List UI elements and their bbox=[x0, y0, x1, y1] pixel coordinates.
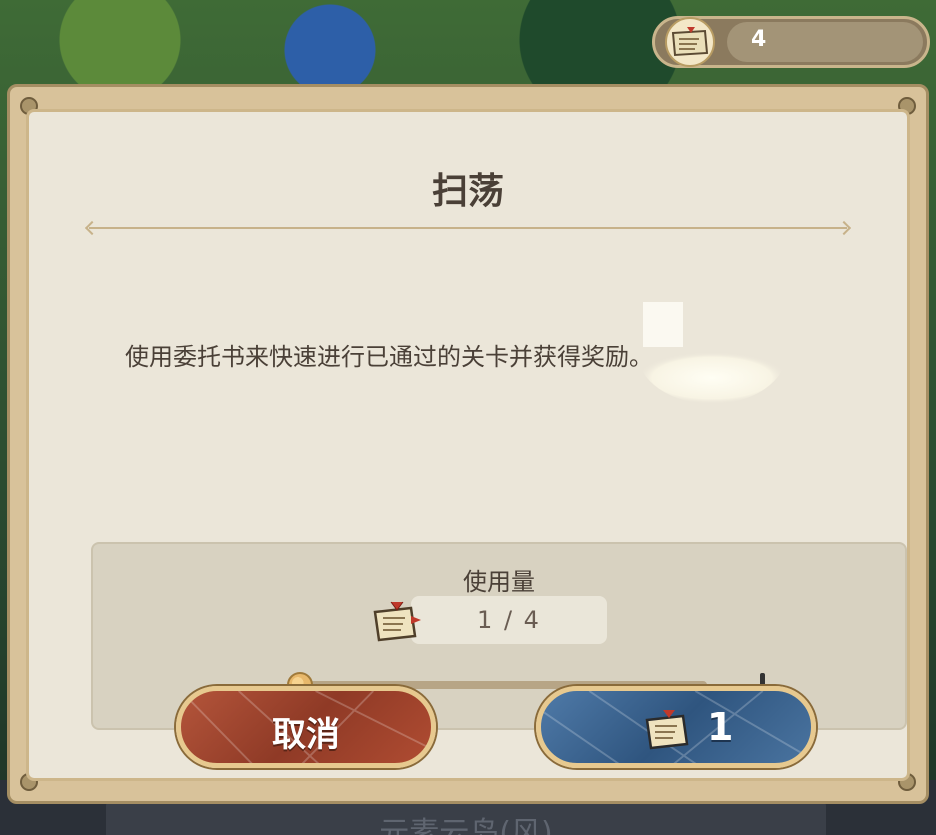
stage-name: 元素云岛(风) bbox=[379, 816, 553, 835]
commission-book-icon bbox=[639, 704, 699, 756]
commission-book-icon bbox=[659, 17, 721, 67]
dialog-body: 扫荡 使用委托书来快速进行已通过的关卡并获得奖励。 使用量 1 / 4 取消 1 bbox=[26, 109, 910, 781]
usage-label: 使用量 bbox=[463, 568, 535, 596]
commission-book-count: 4 bbox=[751, 27, 767, 52]
dialog-description: 使用委托书来快速进行已通过的关卡并获得奖励。 bbox=[125, 343, 653, 371]
light-glow-effect bbox=[637, 302, 787, 404]
sweep-dialog: 扫荡 使用委托书来快速进行已通过的关卡并获得奖励。 使用量 1 / 4 取消 1 bbox=[7, 84, 929, 804]
title-divider bbox=[89, 227, 847, 229]
cancel-button[interactable]: 取消 bbox=[176, 686, 436, 768]
commission-book-icon bbox=[365, 594, 427, 648]
quantity-display: 1 / 4 bbox=[411, 596, 607, 644]
cancel-label: 取消 bbox=[272, 715, 340, 755]
confirm-cost: 1 bbox=[707, 705, 734, 749]
quantity-text: 1 / 4 bbox=[477, 606, 541, 634]
confirm-sweep-button[interactable]: 1 bbox=[536, 686, 816, 768]
stage-name-tab: 元素云岛(风) bbox=[106, 800, 826, 835]
dialog-title: 扫荡 bbox=[431, 171, 504, 212]
commission-book-counter: 4 bbox=[652, 16, 930, 68]
